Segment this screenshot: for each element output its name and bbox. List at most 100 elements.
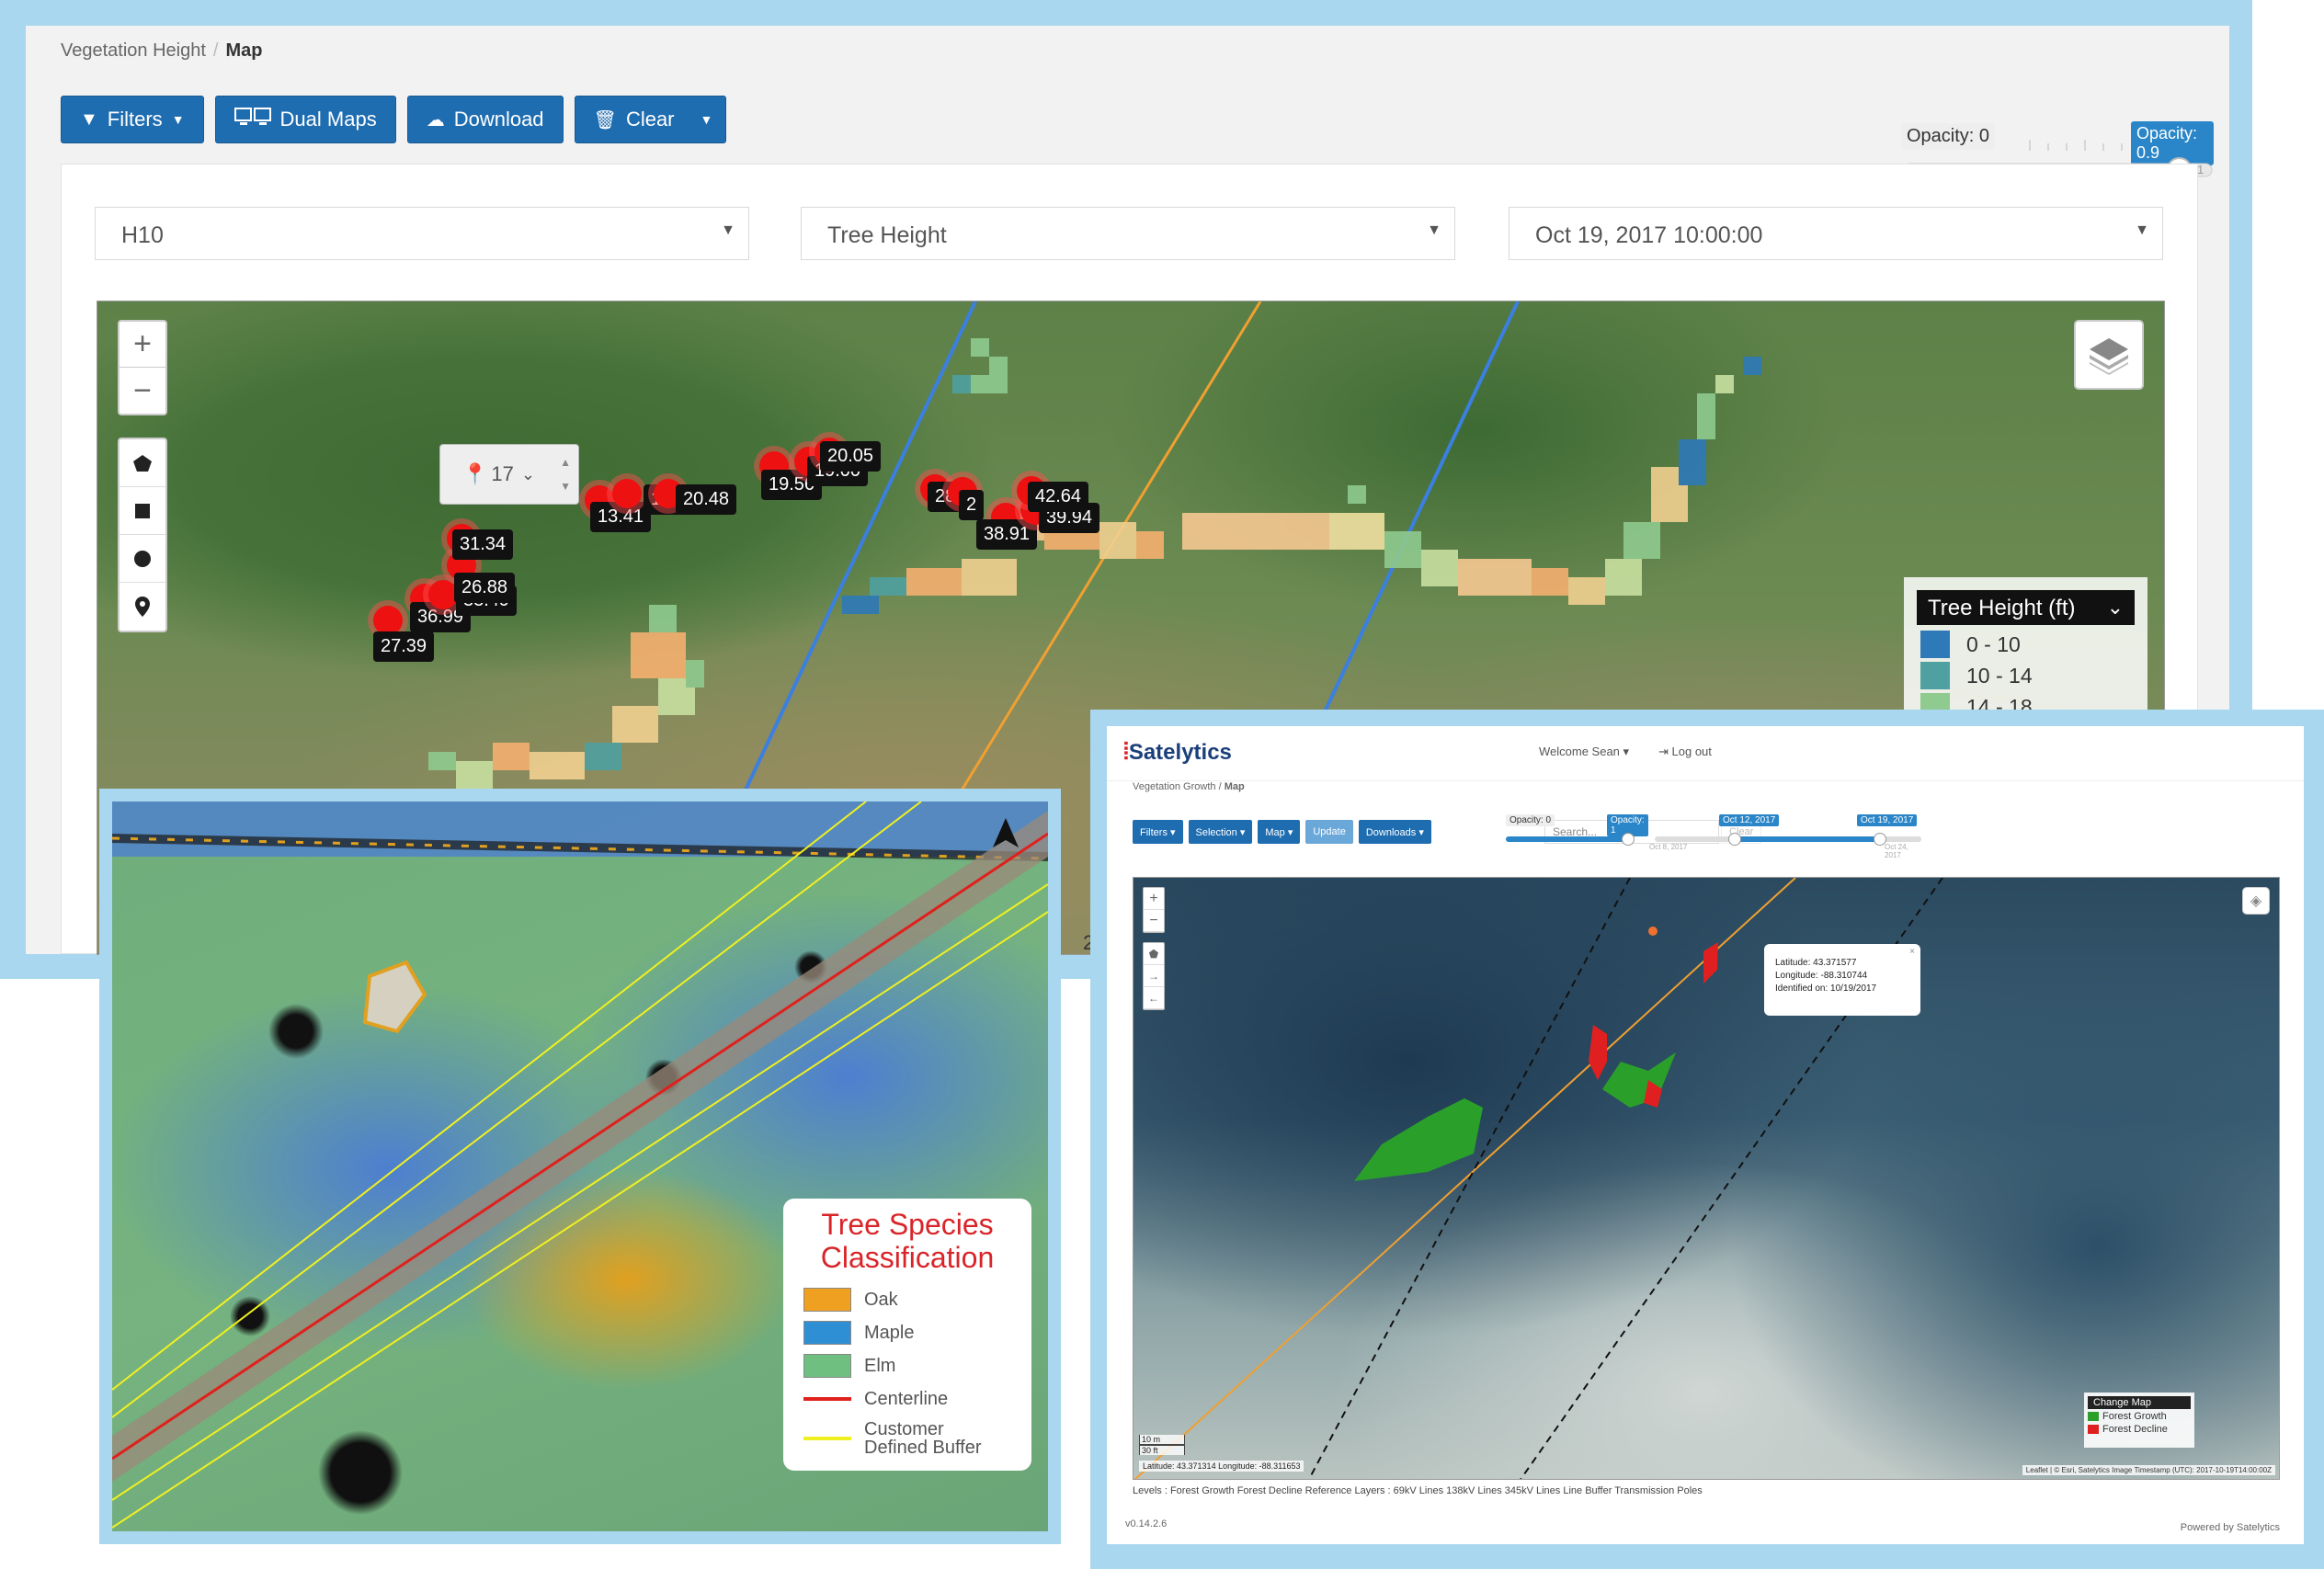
logout-link[interactable]: ⇥ Log out: [1658, 745, 1712, 759]
legend-item-label: 0 - 10: [1966, 631, 2021, 656]
species-legend-swatch: [803, 1321, 851, 1345]
filter-icon: ▼: [80, 108, 98, 130]
download-button[interactable]: ☁ Download: [406, 96, 564, 143]
popup-identified: Identified on: 10/19/2017: [1775, 983, 1877, 994]
version-label: v0.14.2.6: [1125, 1518, 1168, 1529]
map-attribution: Leaflet | © Esri, Satelytics Image Times…: [2022, 1465, 2275, 1475]
asset-select[interactable]: H10 ▼: [95, 207, 749, 260]
cursor-coordinates: Latitude: 43.371314 Longitude: -88.31165…: [1139, 1461, 1304, 1472]
date-select-value: Oct 19, 2017 10:00:00: [1535, 222, 1763, 248]
satelytics-forward-button[interactable]: →: [1144, 965, 1164, 987]
species-legend-item: Centerline: [803, 1382, 1011, 1416]
satelytics-date-slider[interactable]: Oct 12, 2017 Oct 19, 2017 Oct 8, 2017 Oc…: [1649, 814, 1921, 859]
height-marker-label: 27.39: [373, 631, 435, 662]
height-marker-label: 20.05: [820, 441, 882, 472]
species-legend-swatch: [803, 1288, 851, 1312]
scale-metric: 10 m: [1139, 1435, 1185, 1445]
satelytics-selection-button[interactable]: Selection ▾: [1188, 820, 1253, 844]
satelytics-polygon-button[interactable]: ⬟: [1144, 943, 1164, 965]
satelytics-date-start: Oct 12, 2017: [1719, 814, 1780, 826]
spinner-arrows[interactable]: ▲ ▼: [560, 450, 571, 498]
height-marker-label: 38.91: [976, 519, 1038, 550]
species-legend-swatch: [803, 1397, 851, 1401]
satelytics-opacity-slider[interactable]: Opacity: 0 Opacity: 1: [1506, 814, 1648, 851]
satelytics-logo[interactable]: ⦙Satelytics: [1123, 737, 1232, 767]
clear-dropdown-toggle[interactable]: ▼: [701, 112, 713, 127]
draw-circle-button[interactable]: [120, 535, 165, 583]
height-marker[interactable]: [612, 479, 642, 508]
height-marker-label: 2: [959, 490, 985, 520]
breadcrumb-root[interactable]: Vegetation Height: [61, 40, 206, 61]
logout-icon: ⇥: [1658, 745, 1672, 758]
satelytics-back-button[interactable]: ←: [1144, 987, 1164, 1009]
change-map-legend: Change Map Forest Growth Forest Decline: [2084, 1393, 2194, 1448]
satelytics-zoom-out[interactable]: −: [1144, 910, 1164, 932]
chevron-down-icon: ▼: [2135, 222, 2149, 238]
scale-imperial: 30 ft: [1139, 1445, 1185, 1455]
height-marker-label: 42.64: [1028, 482, 1089, 512]
species-legend: Tree Species Classification Oak Maple Elm C…: [783, 1199, 1031, 1471]
legend-header[interactable]: Tree Height (ft) ⌄: [1917, 590, 2135, 625]
trash-icon: 🗑: [593, 109, 617, 131]
clear-label: Clear: [625, 108, 675, 131]
satelytics-date-max: Oct 24, 2017: [1885, 843, 1908, 859]
species-legend-swatch: [803, 1437, 851, 1440]
satelytics-downloads-button[interactable]: Downloads ▾: [1358, 820, 1431, 844]
change-detection-map[interactable]: + − ⬟ → ← ◈ × Latitude: 43.371577 Longit…: [1133, 877, 2280, 1480]
legend-item: 0 - 10: [1920, 629, 2135, 660]
location-popup: × Latitude: 43.371577 Longitude: -88.310…: [1764, 944, 1920, 1016]
satelytics-filters-button[interactable]: Filters ▾: [1133, 820, 1183, 844]
species-legend-swatch: [803, 1354, 851, 1378]
height-marker-label: 20.48: [676, 484, 737, 515]
draw-rectangle-button[interactable]: [120, 487, 165, 535]
opacity-max-tick: 1: [2197, 163, 2204, 176]
map-marker-icon: [135, 597, 150, 617]
satelytics-update-button[interactable]: Update: [1305, 820, 1353, 844]
zoom-in-button[interactable]: +: [120, 322, 165, 368]
species-legend-item: Customer Defined Buffer: [803, 1416, 1011, 1461]
popup-latitude: Latitude: 43.371577: [1775, 958, 1857, 968]
species-map[interactable]: Tree Species Classification Oak Maple Elm C…: [112, 802, 1048, 1531]
change-legend-label: Forest Growth: [2102, 1411, 2167, 1422]
legend-item: 10 - 14: [1920, 660, 2135, 691]
popup-close-icon[interactable]: ×: [1909, 946, 1915, 959]
logout-label: Log out: [1671, 745, 1712, 758]
dual-maps-button[interactable]: Dual Maps: [214, 96, 396, 143]
powered-by: Powered by Satelytics: [2180, 1522, 2280, 1533]
satelytics-breadcrumb-root[interactable]: Vegetation Growth: [1133, 781, 1216, 792]
satelytics-window: ⦙Satelytics Welcome Sean ▾ ⇥ Log out Veg…: [1090, 710, 2324, 1569]
satelytics-map-button[interactable]: Map ▾: [1258, 820, 1301, 844]
scale-bar: 10 m 30 ft: [1139, 1435, 1185, 1455]
satelytics-zoom-control: + −: [1143, 887, 1165, 933]
species-legend-label: Elm: [864, 1355, 896, 1376]
species-legend-item: Oak: [803, 1283, 1011, 1316]
filters-button[interactable]: ▼ Filters ▼: [61, 96, 204, 143]
breadcrumb-separator: /: [212, 40, 219, 61]
layers-button[interactable]: [2074, 320, 2144, 390]
species-legend-item: Maple: [803, 1316, 1011, 1349]
satelytics-zoom-in[interactable]: +: [1144, 888, 1164, 910]
breadcrumb: Vegetation Height / Map: [61, 40, 262, 62]
clear-button[interactable]: 🗑 Clear ▼: [574, 96, 727, 143]
satelytics-layers-button[interactable]: ◈: [2242, 887, 2270, 915]
satelytics-opacity-min: Opacity: 0: [1506, 814, 1555, 826]
species-classification-window: Tree Species Classification Oak Maple Elm C…: [99, 789, 1061, 1544]
welcome-menu[interactable]: Welcome Sean ▾: [1539, 745, 1629, 759]
zoom-out-button[interactable]: −: [120, 368, 165, 414]
square-icon: [135, 503, 150, 518]
date-select[interactable]: Oct 19, 2017 10:00:00 ▼: [1509, 207, 2163, 260]
zone-spinner[interactable]: 📍 17 ⌄ ▲ ▼: [439, 444, 579, 505]
satelytics-date-min: Oct 8, 2017: [1649, 843, 1688, 851]
draw-marker-button[interactable]: [120, 583, 165, 631]
draw-toolbar: [118, 438, 167, 632]
species-legend-label: Centerline: [864, 1388, 949, 1409]
change-legend-item: Forest Growth: [2088, 1411, 2191, 1422]
chevron-down-icon: ⌄: [520, 464, 535, 483]
layers-footer: Levels : Forest Growth Forest Decline Re…: [1133, 1485, 1703, 1496]
popup-longitude: Longitude: -88.310744: [1775, 971, 1868, 981]
metric-select[interactable]: Tree Height ▼: [801, 207, 1455, 260]
satelytics-header: ⦙Satelytics Welcome Sean ▾ ⇥ Log out: [1107, 726, 2304, 781]
metric-select-value: Tree Height: [827, 222, 947, 248]
species-legend-title: Tree Species Classification: [820, 1208, 995, 1274]
draw-polygon-button[interactable]: [120, 439, 165, 487]
